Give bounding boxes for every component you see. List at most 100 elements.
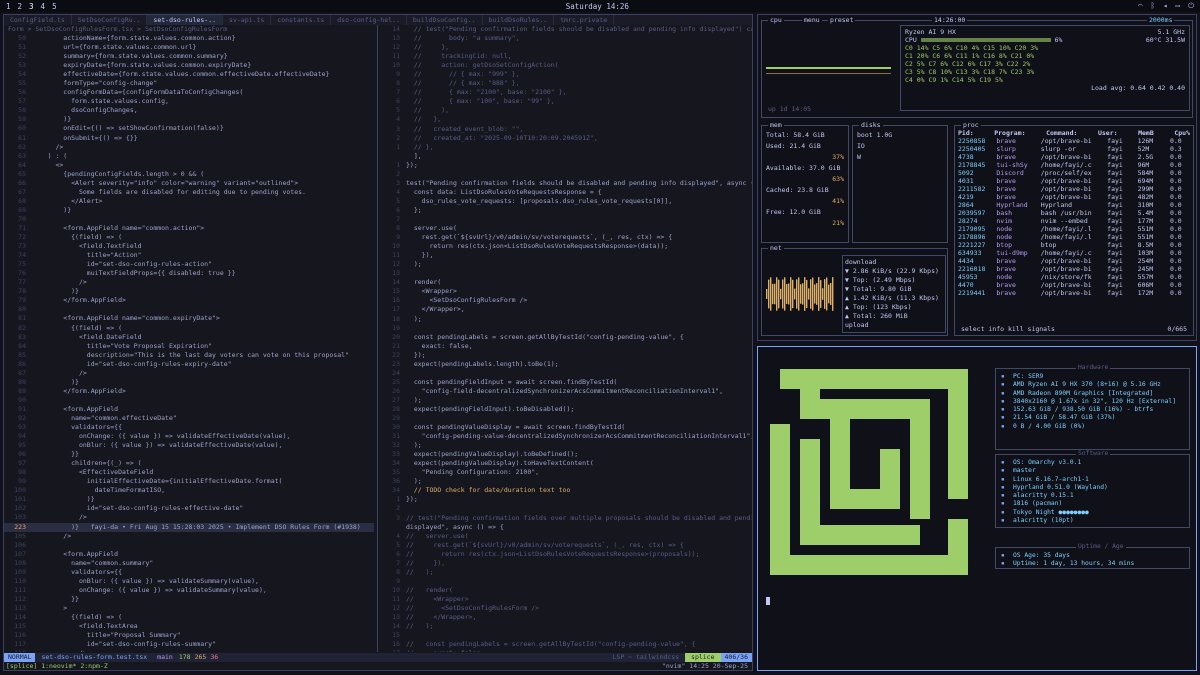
code-line[interactable]: 5 dso_rules_vote_requests: [proposals.ds…	[378, 197, 752, 206]
code-line[interactable]: 94 onChange: ({ value }) => validateEffe…	[4, 432, 374, 441]
code-line[interactable]: 92 name="common.effectiveDate"	[4, 414, 374, 423]
proc-row[interactable]: 45953 node/nix/store/fk fayi 557M 0.0	[958, 273, 1190, 281]
buffer-tab[interactable]: sv-api.ts	[223, 15, 272, 25]
proc-row[interactable]: 2216018 brave/opt/brave-bi fayi 245M 0.0	[958, 265, 1190, 273]
code-line[interactable]: 61 onSubmit={() => {}}	[4, 134, 374, 143]
code-line[interactable]: 15 <Wrapper>	[378, 287, 752, 296]
proc-row[interactable]: 2178845 tui-shSy/home/fayi/.c fayi 96M 0.0	[958, 161, 1190, 169]
code-line[interactable]: 29	[378, 414, 752, 423]
code-line[interactable]: 89 </form.AppField>	[4, 387, 374, 396]
code-line[interactable]: 87 />	[4, 369, 374, 378]
code-line[interactable]: 34 // TODO check for date/duration text …	[378, 486, 752, 495]
code-line[interactable]: 5 // ),	[378, 106, 752, 115]
code-line[interactable]: 98 <EffectiveDateField	[4, 468, 374, 477]
code-line[interactable]: 3 // test("Pending confirmation fields ov…	[378, 514, 752, 523]
code-line[interactable]: 4 const data: ListDsoRulesVoteRequestsRe…	[378, 188, 752, 197]
code-line[interactable]: 112 }}	[4, 595, 374, 604]
workspace-switcher[interactable]: 12345	[6, 2, 57, 11]
wifi-icon[interactable]: ◠	[1138, 1, 1143, 11]
code-line[interactable]: 3 test("Pending confirmation fields shoul…	[378, 179, 752, 188]
proc-actions[interactable]: select info kill signals	[961, 325, 1055, 333]
code-line[interactable]: 111 onChange: ({ value }) => validateSum…	[4, 586, 374, 595]
battery-icon[interactable]: ▭	[1176, 1, 1181, 11]
refresh-rate[interactable]: 2000ms	[1147, 16, 1175, 24]
code-line[interactable]: 10 return res(ctx.json<ListDsoRulesVoteR…	[378, 242, 752, 251]
proc-column-header[interactable]: Command:	[1046, 129, 1077, 137]
code-line[interactable]: 83 <field.DateField	[4, 333, 374, 342]
code-line[interactable]: 50 actionName={form.state.values.common.…	[4, 34, 374, 43]
code-line[interactable]: 118 />	[4, 649, 374, 652]
proc-row[interactable]: 2250858 brave/opt/brave-bi fayi 126M 0.0	[958, 137, 1190, 145]
code-line[interactable]: 65 {pendingConfigFields.length > 0 && (	[4, 170, 374, 179]
code-line[interactable]: 17// exact: false,	[378, 649, 752, 652]
menu-label[interactable]: menu	[802, 16, 822, 24]
code-line[interactable]: 113 >	[4, 604, 374, 613]
proc-row[interactable]: 2250405 slurp slurp -or fayi 52M 0.3	[958, 145, 1190, 153]
buffer-tab[interactable]: constants.ts	[271, 15, 332, 25]
workspace-4[interactable]: 4	[41, 2, 46, 11]
code-line[interactable]: 9	[378, 577, 752, 586]
code-line[interactable]: 9 rest.get(`${svUrl}/v0/admin/sv/votereq…	[378, 233, 752, 242]
proc-row[interactable]: 2211582 brave/opt/brave-bi fayi 299M 0.0	[958, 185, 1190, 193]
tmux-windows[interactable]: [splice] 1:neovim* 2:npm-Z	[6, 662, 108, 670]
code-line[interactable]: 4 // },	[378, 115, 752, 124]
mem-label[interactable]: mem	[768, 121, 784, 129]
code-line[interactable]: 14 render(	[378, 278, 752, 287]
code-line[interactable]: 36 );	[378, 477, 752, 486]
code-line[interactable]: 105 />	[4, 532, 374, 541]
workspace-5[interactable]: 5	[52, 2, 57, 11]
code-line[interactable]: 84 title="Vote Proposal Expiration"	[4, 342, 374, 351]
code-line[interactable]: 64 <>	[4, 161, 374, 170]
right-editor-pane[interactable]: 14 // test("Pending confirmation fields …	[377, 25, 752, 652]
code-line[interactable]: 18 );	[378, 315, 752, 324]
code-line[interactable]: 91 <form.AppField	[4, 405, 374, 414]
code-line[interactable]: 69 )}	[4, 206, 374, 215]
code-line[interactable]: 77 />	[4, 278, 374, 287]
proc-row[interactable]: 2219441 brave/opt/brave-bi fayi 172M 0.0	[958, 289, 1190, 297]
proc-column-header[interactable]: Pid:	[958, 129, 974, 137]
code-line[interactable]: 52 summary={form.state.values.common.sum…	[4, 52, 374, 61]
code-line[interactable]: 23 expect(pendingLabels.length).toBe(1);	[378, 360, 752, 369]
code-line[interactable]: 79 </form.AppField>	[4, 296, 374, 305]
code-line[interactable]: 5 // rest.get(`${svUrl}/v0/admin/sv/voter…	[378, 541, 752, 550]
btop-window[interactable]: cpu menu preset 14:26:00 2000ms up 1d 14…	[757, 14, 1197, 341]
code-line[interactable]: 26 "config-field-decentralizedSynchroniz…	[378, 387, 752, 396]
code-line[interactable]: 34 expect(pendingValueDisplay).toHaveTex…	[378, 459, 752, 468]
proc-row[interactable]: 28274 nvim nvim --embed fayi 177M 0.0	[958, 217, 1190, 225]
code-line[interactable]: 6 // return res(ctx.json<ListDsoRulesVote…	[378, 550, 752, 559]
buffer-tab[interactable]: ConfigField.ts	[4, 15, 72, 25]
code-line[interactable]: 17 </Wrapper>,	[378, 305, 752, 314]
code-line[interactable]: 14 // );	[378, 622, 752, 631]
proc-row[interactable]: 2179095 node/home/fayi/.l fayi 551M 0.0	[958, 225, 1190, 233]
code-line[interactable]: 7 // { max: "2100", base: "2100" },	[378, 88, 752, 97]
code-line[interactable]: 95 onBlur: ({ value }) => validateEffect…	[4, 441, 374, 450]
code-line[interactable]: 32 );	[378, 441, 752, 450]
proc-row[interactable]: 4434 brave/opt/brave-bi fayi 254M 0.0	[958, 257, 1190, 265]
code-line[interactable]: 80	[4, 305, 374, 314]
proc-row[interactable]: 4031 brave/opt/brave-bi fayi 694M 0.0	[958, 177, 1190, 185]
code-line[interactable]: 78 )}	[4, 287, 374, 296]
code-line[interactable]: 117 id="set-dso-config-rules-summary"	[4, 640, 374, 649]
code-line[interactable]: 13 // </Wrapper>,	[378, 613, 752, 622]
proc-row[interactable]: 2039597 bash bash /usr/bin fayi 5.4M 0.0	[958, 209, 1190, 217]
code-line[interactable]: 63 ) : (	[4, 152, 374, 161]
proc-row[interactable]: 2864 Hyprland Hyprland fayi 310M 0.0	[958, 201, 1190, 209]
workspace-3[interactable]: 3	[29, 2, 34, 11]
code-line[interactable]: 13 // body: "a summary",	[378, 34, 752, 43]
buffer-tab[interactable]: dso-config-hel..	[331, 15, 407, 25]
code-line[interactable]: 12 // <SetDsoConfigRulesForm />	[378, 604, 752, 613]
code-line[interactable]: 55 formType="config-change"	[4, 79, 374, 88]
code-line[interactable]: 10 // render(	[378, 586, 752, 595]
cpu-label[interactable]: cpu	[768, 16, 784, 24]
code-line[interactable]: 27 );	[378, 396, 752, 405]
code-line[interactable]: 106	[4, 541, 374, 550]
proc-column-header[interactable]: Cpu%	[1174, 129, 1190, 137]
code-line[interactable]: 19	[378, 324, 752, 333]
buffer-tab[interactable]: tmrc.private	[554, 15, 615, 25]
code-line[interactable]: 7 // }),	[378, 559, 752, 568]
code-line[interactable]: ],	[378, 152, 752, 161]
buffer-tab[interactable]: buildDsoConfig..	[407, 15, 483, 25]
code-line[interactable]: 109 validators={{	[4, 568, 374, 577]
system-tray[interactable]: ◠ ᛒ ◂ ▭ ⏻	[1138, 1, 1194, 11]
code-line[interactable]: 1});	[378, 495, 752, 504]
